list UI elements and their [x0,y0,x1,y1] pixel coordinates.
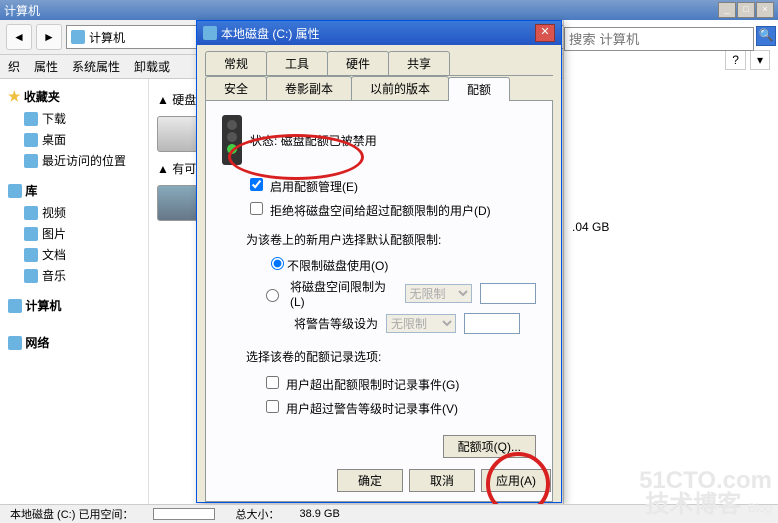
tab-general[interactable]: 常规 [205,51,267,75]
tab-shadow[interactable]: 卷影副本 [266,76,352,100]
help-icon[interactable]: ? [725,50,746,70]
window-title: 计算机 [4,2,40,19]
drive-detail: .04 GB [564,80,778,234]
radio-limit-label: 将磁盘空间限制为(L) [290,278,397,309]
menu-item[interactable]: 织 [8,58,20,75]
sidebar-computer-header[interactable]: 计算机 [6,294,142,317]
sidebar-item-music[interactable]: 音乐 [6,265,142,286]
log-exceed-checkbox[interactable] [266,376,279,389]
capacity-value: .04 GB [572,220,609,234]
tab-content-quota: 状态: 磁盘配额已被禁用 启用配额管理(E) 拒绝将磁盘空间给超过配额限制的用户… [205,101,553,502]
status-size-label: 总大小： [235,506,279,522]
tab-strip: 常规 工具 硬件 共享 安全 卷影副本 以前的版本 配额 状态: 磁盘配额已被禁… [197,45,561,502]
arrow-left-icon: ◄ [13,30,25,44]
ok-button[interactable]: 确定 [337,469,403,492]
tab-quota[interactable]: 配额 [448,77,510,101]
search-icon: 🔍 [759,28,774,42]
enable-quota-checkbox[interactable] [250,178,263,191]
search-input[interactable] [564,27,754,51]
warn-unit-combo[interactable]: 无限制 [386,314,456,333]
limit-value-input[interactable] [480,283,536,304]
tab-sharing[interactable]: 共享 [388,51,450,75]
log-warn-checkbox[interactable] [266,400,279,413]
right-pane: ▾ ? .04 GB [563,20,778,520]
address-text: 计算机 [89,29,125,46]
log-warn-label: 用户超过警告等级时记录事件(V) [286,402,458,416]
radio-no-limit-label: 不限制磁盘使用(O) [287,259,388,273]
back-button[interactable]: ◄ [6,24,32,50]
library-icon [8,184,22,198]
deny-exceed-checkbox[interactable] [250,202,263,215]
arrow-right-icon: ► [43,30,55,44]
dialog-title: 本地磁盘 (C:) 属性 [221,25,320,42]
sidebar-item-desktop[interactable]: 桌面 [6,129,142,150]
minimize-button[interactable]: _ [718,2,736,18]
dialog-titlebar[interactable]: 本地磁盘 (C:) 属性 ✕ [197,21,561,45]
properties-dialog: 本地磁盘 (C:) 属性 ✕ 常规 工具 硬件 共享 安全 卷影副本 以前的版本… [196,20,562,503]
sidebar-item-videos[interactable]: 视频 [6,202,142,223]
tab-hardware[interactable]: 硬件 [327,51,389,75]
traffic-light-icon [222,115,242,165]
computer-icon [8,299,22,313]
warn-level-label: 将警告等级设为 [294,315,378,332]
tab-previous[interactable]: 以前的版本 [351,76,449,100]
sidebar-item-documents[interactable]: 文档 [6,244,142,265]
menu-item[interactable]: 系统属性 [72,58,120,75]
radio-no-limit[interactable] [271,257,284,270]
close-button[interactable]: ✕ [535,24,555,42]
quota-entries-button[interactable]: 配额项(Q)... [443,435,536,458]
drive-icon [203,26,217,40]
tab-security[interactable]: 安全 [205,76,267,100]
view-dropdown-icon[interactable]: ▾ [750,50,770,70]
status-drive-label: 本地磁盘 (C:) 已用空间： [10,506,133,522]
cancel-button[interactable]: 取消 [409,469,475,492]
log-exceed-label: 用户超出配额限制时记录事件(G) [286,378,459,392]
computer-icon [71,30,85,44]
status-text: 磁盘配额已被禁用 [281,132,377,149]
network-icon [8,336,22,350]
sidebar-network-header[interactable]: 网络 [6,331,142,354]
maximize-button[interactable]: □ [737,2,755,18]
sidebar-item-downloads[interactable]: 下载 [6,108,142,129]
radio-limit[interactable] [266,289,279,302]
watermark: 51CTO.com 技术博客 Blog [639,469,772,517]
recent-icon [24,154,38,168]
star-icon: ★ [8,88,21,105]
apply-button[interactable]: 应用(A) [481,469,551,492]
menu-item[interactable]: 卸载或 [134,58,170,75]
enable-quota-label: 启用配额管理(E) [270,180,358,194]
parent-close-button[interactable]: × [756,2,774,18]
document-icon [24,248,38,262]
forward-button[interactable]: ► [36,24,62,50]
parent-titlebar: 计算机 _ □ × [0,0,778,20]
limit-unit-combo[interactable]: 无限制 [405,284,472,303]
sidebar-libraries-header[interactable]: 库 [6,179,142,202]
deny-exceed-label: 拒绝将磁盘空间给超过配额限制的用户(D) [270,204,491,218]
music-icon [24,269,38,283]
status-size-value: 38.9 GB [299,508,339,520]
sidebar: ★ 收藏夹 下载 桌面 最近访问的位置 库 视频 图片 文档 音乐 计算机 网络 [0,79,149,519]
warn-value-input[interactable] [464,313,520,334]
download-icon [24,112,38,126]
sidebar-item-pictures[interactable]: 图片 [6,223,142,244]
video-icon [24,206,38,220]
log-options-label: 选择该卷的配额记录选项: [222,336,536,369]
sidebar-favorites-header[interactable]: ★ 收藏夹 [6,85,142,108]
sidebar-item-recent[interactable]: 最近访问的位置 [6,150,142,171]
picture-icon [24,227,38,241]
menu-item[interactable]: 属性 [34,58,58,75]
search-button[interactable]: 🔍 [756,26,776,46]
default-limit-label: 为该卷上的新用户选择默认配额限制: [222,223,536,252]
tab-tools[interactable]: 工具 [266,51,328,75]
usage-bar [153,508,215,520]
status-label: 状态: [250,132,277,149]
desktop-icon [24,133,38,147]
